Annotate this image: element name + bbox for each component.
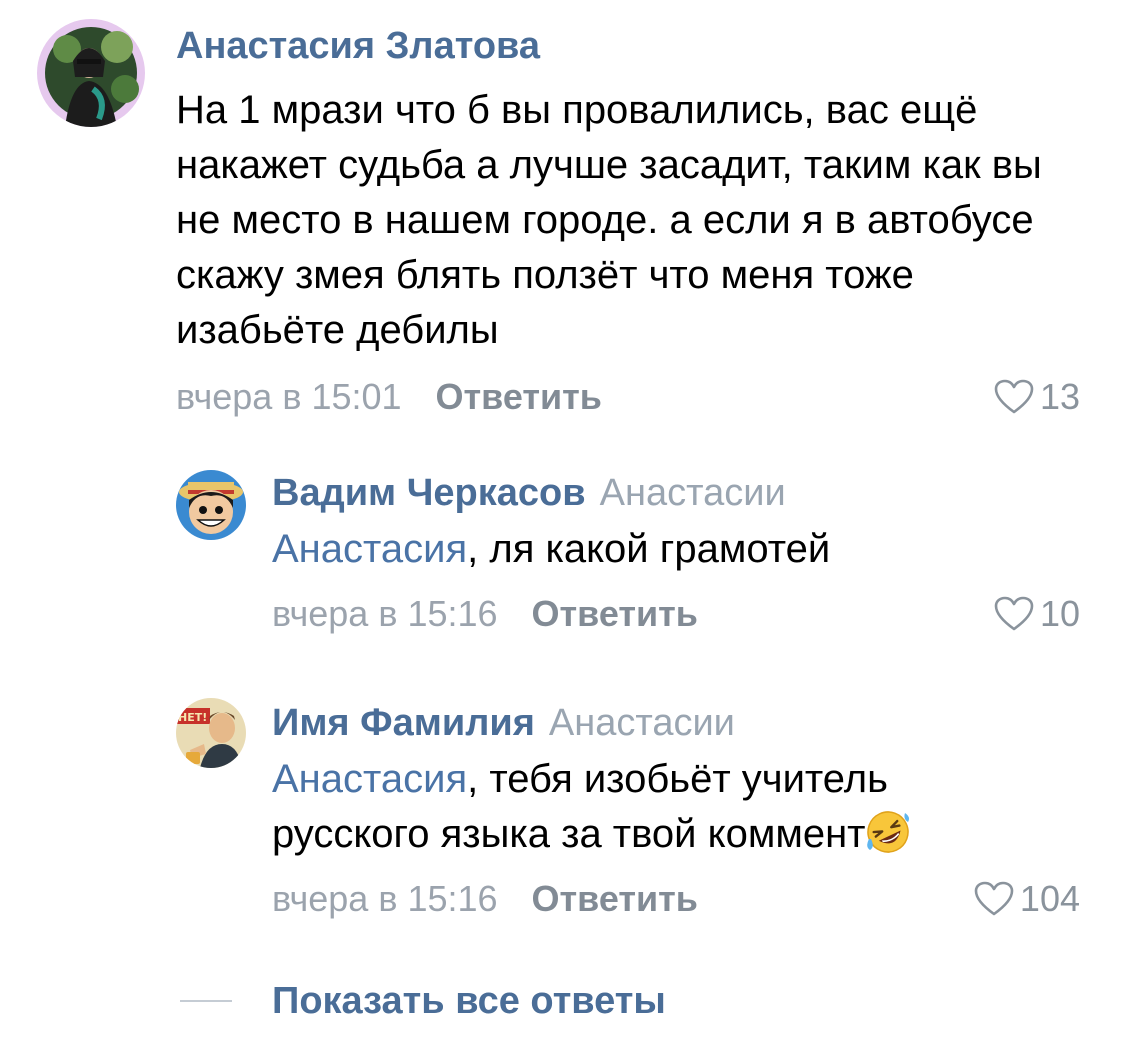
mention-link[interactable]: Анастасия: [272, 527, 467, 571]
avatar[interactable]: [37, 19, 145, 127]
comment-meta: вчера в 15:01 Ответить 13: [176, 372, 1080, 422]
divider: [180, 1000, 232, 1002]
comment-text: Анастасия, ля какой грамотей: [272, 527, 831, 571]
reply-button[interactable]: Ответить: [436, 376, 602, 417]
author-name[interactable]: Анастасия Златова: [176, 25, 540, 67]
avatar[interactable]: [176, 470, 246, 540]
like-count: 13: [1039, 376, 1080, 417]
like-button[interactable]: 10: [994, 589, 1080, 639]
timestamp: вчера в 15:01: [176, 376, 402, 417]
like-count: 10: [1039, 593, 1080, 634]
comment-meta: вчера в 15:16 Ответить 10: [272, 589, 1080, 639]
reply-to-label[interactable]: Анастасии: [600, 472, 786, 514]
comment-text: На 1 мрази что б вы провалились, вас ещё…: [176, 88, 1042, 352]
show-all-replies-link[interactable]: Показать все ответы: [272, 978, 666, 1024]
show-all-replies: Показать все ответы: [0, 978, 1125, 1028]
like-count: 104: [1019, 878, 1080, 919]
heart-icon: [994, 596, 1034, 632]
svg-text:НЕТ!: НЕТ!: [178, 711, 207, 724]
author-name[interactable]: Вадим Черкасов: [272, 472, 586, 514]
timestamp: вчера в 15:16: [272, 593, 498, 634]
timestamp: вчера в 15:16: [272, 878, 498, 919]
heart-icon: [974, 881, 1014, 917]
heart-icon: [994, 379, 1034, 415]
comment-text: Анастасия, тебя изобьёт учитель русского…: [272, 752, 992, 862]
reply-button[interactable]: Ответить: [532, 593, 698, 634]
rofl-emoji-icon: [865, 809, 911, 855]
avatar[interactable]: НЕТ!: [176, 698, 246, 768]
author-name[interactable]: Имя Фамилия: [272, 702, 535, 744]
mention-link[interactable]: Анастасия: [272, 757, 467, 801]
reply-to-label[interactable]: Анастасии: [549, 702, 735, 744]
like-button[interactable]: 13: [994, 372, 1080, 422]
reply-button[interactable]: Ответить: [532, 878, 698, 919]
comment-meta: вчера в 15:16 Ответить 104: [272, 874, 1080, 924]
like-button[interactable]: 104: [974, 874, 1080, 924]
